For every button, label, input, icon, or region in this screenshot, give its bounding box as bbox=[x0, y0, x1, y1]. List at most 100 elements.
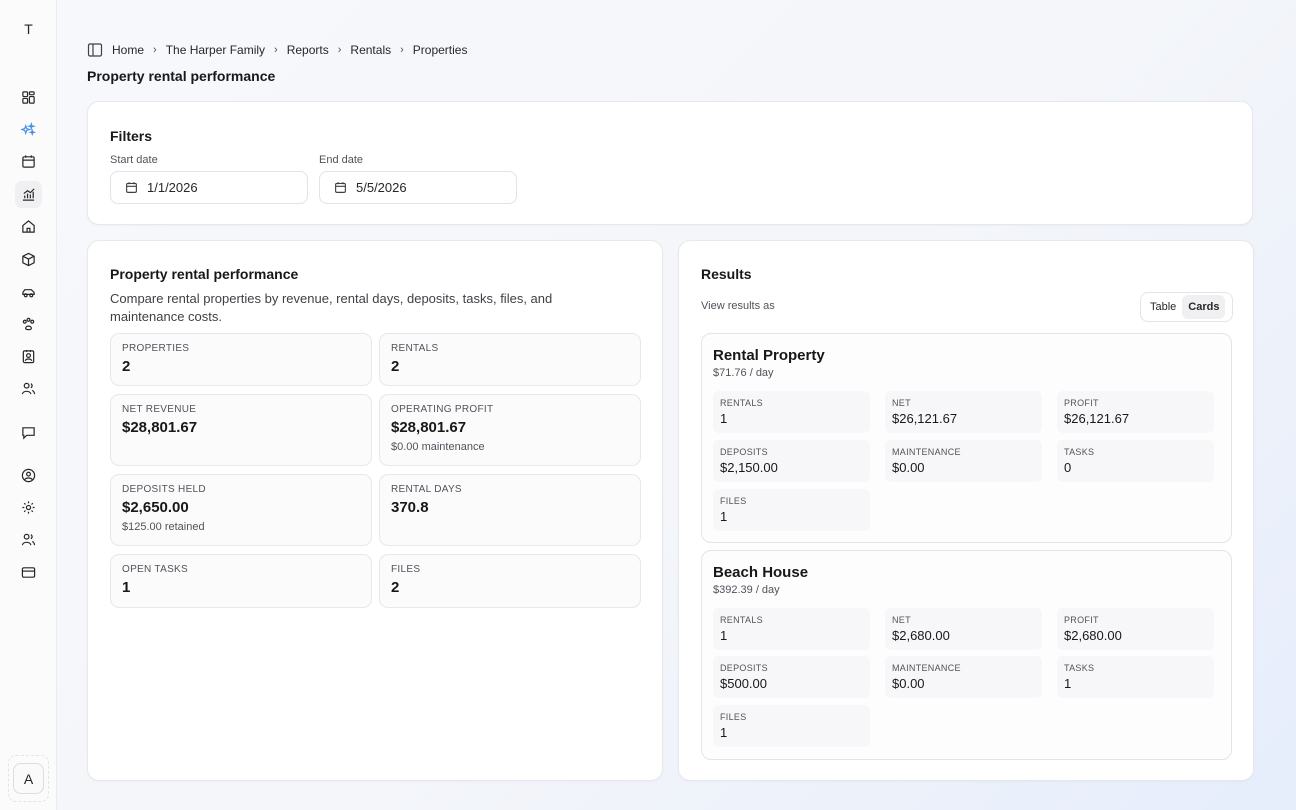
filters-card: Filters Start date 1/1/2026 End date 5/5… bbox=[87, 101, 1253, 225]
metric-net: Net $26,121.67 bbox=[885, 391, 1042, 433]
metric-value: 1 bbox=[720, 509, 728, 524]
stat-value: $2,650.00 bbox=[122, 499, 189, 516]
stat-label: Files bbox=[391, 564, 421, 575]
metric-rentals: Rentals 1 bbox=[713, 608, 870, 650]
metric-label: Tasks bbox=[1064, 447, 1095, 457]
start-date-value: 1/1/2026 bbox=[147, 180, 198, 195]
sidebar-item-profile[interactable] bbox=[15, 462, 42, 489]
metric-value: $0.00 bbox=[892, 676, 925, 691]
sidebar-item-vehicles[interactable] bbox=[15, 279, 42, 306]
stat-value: 2 bbox=[391, 579, 400, 596]
metric-value: $26,121.67 bbox=[1064, 411, 1130, 426]
sidebar-item-calendar[interactable] bbox=[15, 148, 42, 175]
cards-view-button[interactable]: Cards bbox=[1182, 295, 1226, 319]
stat-rental-days: Rental days 370.8 bbox=[379, 474, 641, 546]
performance-card: Property rental performance Compare rent… bbox=[87, 240, 663, 781]
avatar[interactable]: A bbox=[13, 763, 44, 794]
metric-value: $0.00 bbox=[892, 460, 925, 475]
sidebar-item-members[interactable] bbox=[15, 526, 42, 553]
metric-value: $2,680.00 bbox=[1064, 628, 1122, 643]
sidebar-item-billing[interactable] bbox=[15, 559, 42, 586]
metric-rentals: Rentals 1 bbox=[713, 391, 870, 433]
chevron-right-icon: › bbox=[274, 44, 278, 56]
team-icon bbox=[21, 533, 36, 546]
sidebar-toggle-icon[interactable] bbox=[87, 42, 103, 58]
metric-label: Tasks bbox=[1064, 663, 1095, 673]
metric-label: Deposits bbox=[720, 663, 768, 673]
property-name: Beach House bbox=[713, 564, 809, 581]
breadcrumb-reports[interactable]: Reports bbox=[287, 43, 329, 57]
stat-value: $28,801.67 bbox=[122, 419, 198, 436]
stat-files: Files 2 bbox=[379, 554, 641, 608]
table-view-button[interactable]: Table bbox=[1144, 295, 1182, 319]
calendar-icon bbox=[335, 182, 346, 193]
stat-net-revenue: Net revenue $28,801.67 bbox=[110, 394, 372, 466]
filters-title: Filters bbox=[110, 128, 153, 144]
metric-files: Files 1 bbox=[713, 705, 870, 747]
stat-properties: Properties 2 bbox=[110, 333, 372, 386]
sidebar-item-messages[interactable] bbox=[15, 419, 42, 446]
chevron-right-icon: › bbox=[153, 44, 157, 56]
metric-tasks: Tasks 0 bbox=[1057, 440, 1214, 482]
property-name: Rental Property bbox=[713, 347, 825, 364]
metric-label: Maintenance bbox=[892, 663, 961, 673]
sidebar-item-reports[interactable] bbox=[15, 181, 42, 208]
metric-label: Rentals bbox=[720, 615, 763, 625]
metric-label: Files bbox=[720, 496, 747, 506]
stat-label: Deposits held bbox=[122, 484, 206, 495]
chevron-right-icon: › bbox=[337, 44, 342, 56]
breadcrumb-family[interactable]: The Harper Family bbox=[166, 43, 265, 57]
property-card[interactable]: Beach House $392.39 / day Rentals 1 Net … bbox=[701, 550, 1232, 760]
stat-open-tasks: Open tasks 1 bbox=[110, 554, 372, 608]
property-card[interactable]: Rental Property $71.76 / day Rentals 1 N… bbox=[701, 333, 1232, 543]
message-icon bbox=[22, 427, 35, 440]
end-date-value: 5/5/2026 bbox=[356, 180, 407, 195]
breadcrumb-home[interactable]: Home bbox=[112, 43, 144, 57]
page-title: Property rental performance bbox=[87, 68, 276, 84]
metric-files: Files 1 bbox=[713, 489, 870, 531]
metric-label: Net bbox=[892, 615, 911, 625]
stat-value: 370.8 bbox=[391, 499, 429, 516]
breadcrumb: Home › The Harper Family › Reports › Ren… bbox=[87, 42, 467, 58]
metric-value: $26,121.67 bbox=[892, 411, 958, 426]
metric-label: Deposits bbox=[720, 447, 768, 457]
car-icon bbox=[22, 289, 35, 298]
settings-icon bbox=[22, 501, 35, 514]
metric-maintenance: Maintenance $0.00 bbox=[885, 656, 1042, 698]
end-date-label: End date bbox=[319, 154, 364, 166]
sidebar-item-people[interactable] bbox=[15, 375, 42, 402]
end-date-input[interactable]: 5/5/2026 bbox=[319, 171, 517, 204]
sidebar-item-pets[interactable] bbox=[15, 311, 42, 338]
stat-value: $28,801.67 bbox=[391, 419, 467, 436]
paw-icon bbox=[22, 317, 35, 331]
metric-maintenance: Maintenance $0.00 bbox=[885, 440, 1042, 482]
start-date-input[interactable]: 1/1/2026 bbox=[110, 171, 308, 204]
sidebar-item-inventory[interactable] bbox=[15, 246, 42, 273]
metric-label: Maintenance bbox=[892, 447, 961, 457]
package-icon bbox=[22, 252, 35, 267]
performance-title: Property rental performance bbox=[110, 266, 299, 282]
sidebar-item-assistant[interactable] bbox=[15, 116, 42, 143]
start-date-label: Start date bbox=[110, 154, 158, 166]
stat-value: 1 bbox=[122, 579, 131, 596]
metric-label: Profit bbox=[1064, 398, 1099, 408]
property-daily-rate: $71.76 / day bbox=[713, 367, 774, 379]
metric-label: Net bbox=[892, 398, 911, 408]
sidebar-item-dashboard[interactable] bbox=[15, 84, 42, 111]
home-icon bbox=[22, 220, 35, 233]
metric-label: Rentals bbox=[720, 398, 763, 408]
sidebar-item-homes[interactable] bbox=[15, 213, 42, 240]
breadcrumb-rentals[interactable]: Rentals bbox=[350, 43, 391, 57]
metric-value: 1 bbox=[720, 725, 728, 740]
metric-value: 1 bbox=[720, 628, 728, 643]
users-icon bbox=[21, 382, 36, 395]
sparkles-icon bbox=[21, 122, 36, 137]
metric-profit: Profit $26,121.67 bbox=[1057, 391, 1214, 433]
sidebar-item-settings[interactable] bbox=[15, 494, 42, 521]
stat-label: Rentals bbox=[391, 343, 439, 354]
workspace-switcher[interactable]: T bbox=[16, 16, 41, 41]
sidebar-item-contacts[interactable] bbox=[15, 343, 42, 370]
stat-deposits-held: Deposits held $2,650.00 $125.00 retained bbox=[110, 474, 372, 546]
results-title: Results bbox=[701, 266, 752, 282]
property-daily-rate: $392.39 / day bbox=[713, 584, 780, 596]
